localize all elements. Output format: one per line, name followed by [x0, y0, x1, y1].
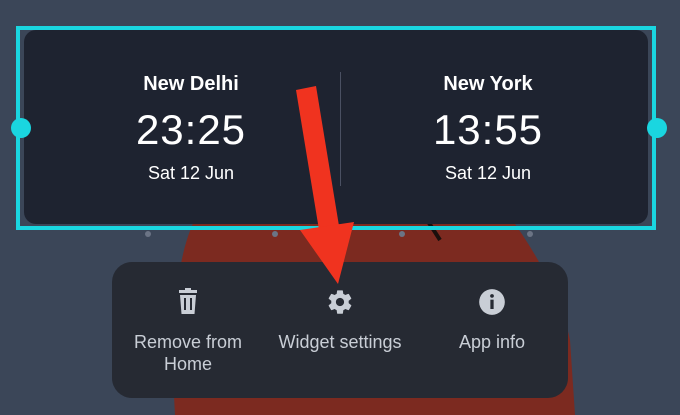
- trash-icon: [176, 288, 200, 319]
- city-time: 13:55: [432, 106, 544, 153]
- city-date: Sat 12 Jun: [147, 163, 235, 183]
- city-date: Sat 12 Jun: [444, 163, 532, 183]
- menu-item-label: App info: [458, 332, 526, 352]
- app-info-button[interactable]: App info: [416, 262, 568, 398]
- city-name: New York: [443, 73, 533, 95]
- city-name: New Delhi: [143, 73, 239, 95]
- resize-handle-left[interactable]: [11, 118, 31, 138]
- city-time: 23:25: [135, 106, 247, 153]
- info-icon: [478, 288, 506, 321]
- widget-options-menu: Remove from Home Widget settings App inf…: [112, 262, 568, 398]
- clock-divider: [340, 72, 341, 186]
- gear-icon: [326, 288, 354, 321]
- resize-handle-right[interactable]: [647, 118, 667, 138]
- menu-item-label: Widget settings: [278, 332, 402, 352]
- remove-from-home-button[interactable]: Remove from Home: [112, 262, 264, 398]
- widget-settings-button[interactable]: Widget settings: [264, 262, 416, 398]
- menu-item-label: Remove from Home: [133, 332, 243, 374]
